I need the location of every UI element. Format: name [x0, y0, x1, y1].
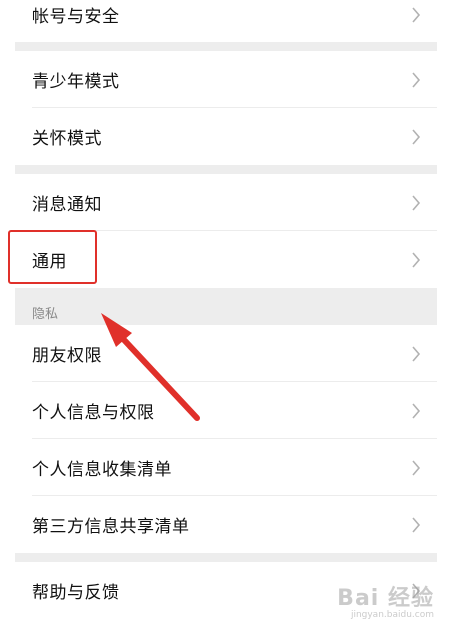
settings-screen: 帐号与安全 青少年模式 关怀模式 消息通知 通用 隐私 朋友权限 个人信息与权限…	[0, 0, 452, 630]
watermark-text: Bai 经验	[337, 586, 434, 611]
watermark-sub: jingyan.baidu.com	[350, 610, 434, 620]
red-arrow-icon	[101, 313, 200, 421]
watermark: Bai 经验 jingyan.baidu.com	[337, 580, 434, 620]
